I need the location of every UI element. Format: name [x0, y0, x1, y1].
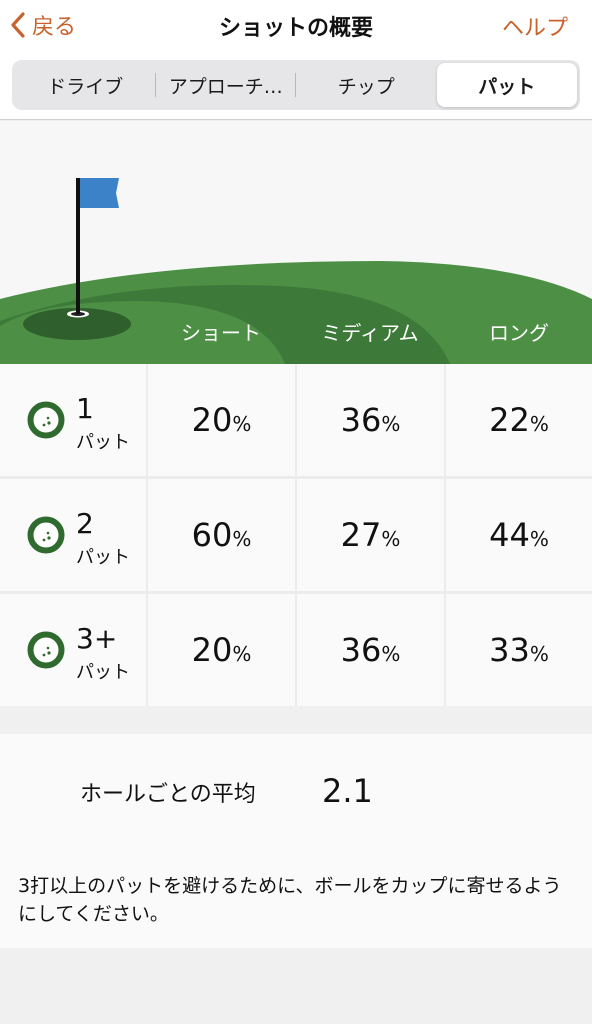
putt-unit-label: パット: [76, 432, 130, 453]
navigation-bar: 戻る ショットの概要 ヘルプ: [0, 0, 592, 52]
putting-green-illustration: ショート ミディアム ロング: [0, 121, 592, 364]
cell-long: 44%: [446, 479, 592, 591]
shot-type-segmented-control: ドライブ アプローチ… チップ パット: [12, 60, 580, 110]
tab-approach[interactable]: アプローチ…: [156, 63, 297, 107]
chevron-left-icon: [10, 11, 26, 39]
tab-chip[interactable]: チップ: [296, 63, 437, 107]
percent-value: 33%: [489, 631, 549, 669]
cell-long: 33%: [446, 594, 592, 706]
cell-short: 20%: [148, 364, 295, 476]
golf-ball-icon: [27, 631, 65, 669]
cell-medium: 27%: [297, 479, 444, 591]
table-row-3plus-putts: 3+ パット 20% 36% 33%: [0, 594, 592, 706]
putt-count: 2: [76, 507, 94, 540]
golf-ball-icon: [27, 401, 65, 439]
putt-count: 1: [76, 392, 94, 425]
zone-label-medium: ミディアム: [321, 321, 419, 345]
cell-long: 22%: [446, 364, 592, 476]
putt-stats-table: 1 パット 20% 36% 22% 2 パット 60% 27% 44% 3+ パ…: [0, 364, 592, 706]
zone-label-short: ショート: [181, 321, 261, 345]
back-label: 戻る: [32, 15, 77, 40]
cell-medium: 36%: [297, 594, 444, 706]
percent-value: 44%: [489, 516, 549, 554]
summary-section: ホールごとの平均 2.1 3打以上のパットを避けるために、ボールをカップに寄せる…: [0, 734, 592, 948]
cell-medium: 36%: [297, 364, 444, 476]
percent-value: 22%: [489, 401, 549, 439]
shot-type-tabs-container: ドライブ アプローチ… チップ パット: [0, 52, 592, 120]
row-header-2-putts: 2 パット: [0, 479, 146, 591]
back-button[interactable]: 戻る: [10, 8, 76, 42]
percent-value: 36%: [340, 631, 401, 669]
average-per-hole-label: ホールごとの平均: [80, 782, 256, 807]
cell-short: 60%: [148, 479, 295, 591]
zone-label-long: ロング: [489, 321, 549, 345]
row-header-1-putt: 1 パット: [0, 364, 146, 476]
putt-count: 3+: [76, 622, 118, 655]
percent-value: 36%: [340, 401, 401, 439]
percent-value: 20%: [191, 631, 252, 669]
percent-value: 27%: [340, 516, 401, 554]
putt-unit-label: パット: [76, 662, 130, 683]
average-per-hole-value: 2.1: [322, 772, 373, 810]
table-row-2-putts: 2 パット 60% 27% 44%: [0, 479, 592, 591]
tab-putt[interactable]: パット: [436, 63, 577, 107]
golf-ball-icon: [27, 516, 65, 554]
help-button[interactable]: ヘルプ: [502, 10, 568, 42]
table-row-1-putt: 1 パット 20% 36% 22%: [0, 364, 592, 476]
tab-drive[interactable]: ドライブ: [15, 63, 156, 107]
row-header-3plus-putts: 3+ パット: [0, 594, 146, 706]
percent-value: 60%: [191, 516, 252, 554]
cell-short: 20%: [148, 594, 295, 706]
percent-value: 20%: [191, 401, 252, 439]
putt-unit-label: パット: [76, 547, 130, 568]
putting-tip-text: 3打以上のパットを避けるために、ボールをカップに寄せるようにしてください。: [18, 875, 562, 925]
